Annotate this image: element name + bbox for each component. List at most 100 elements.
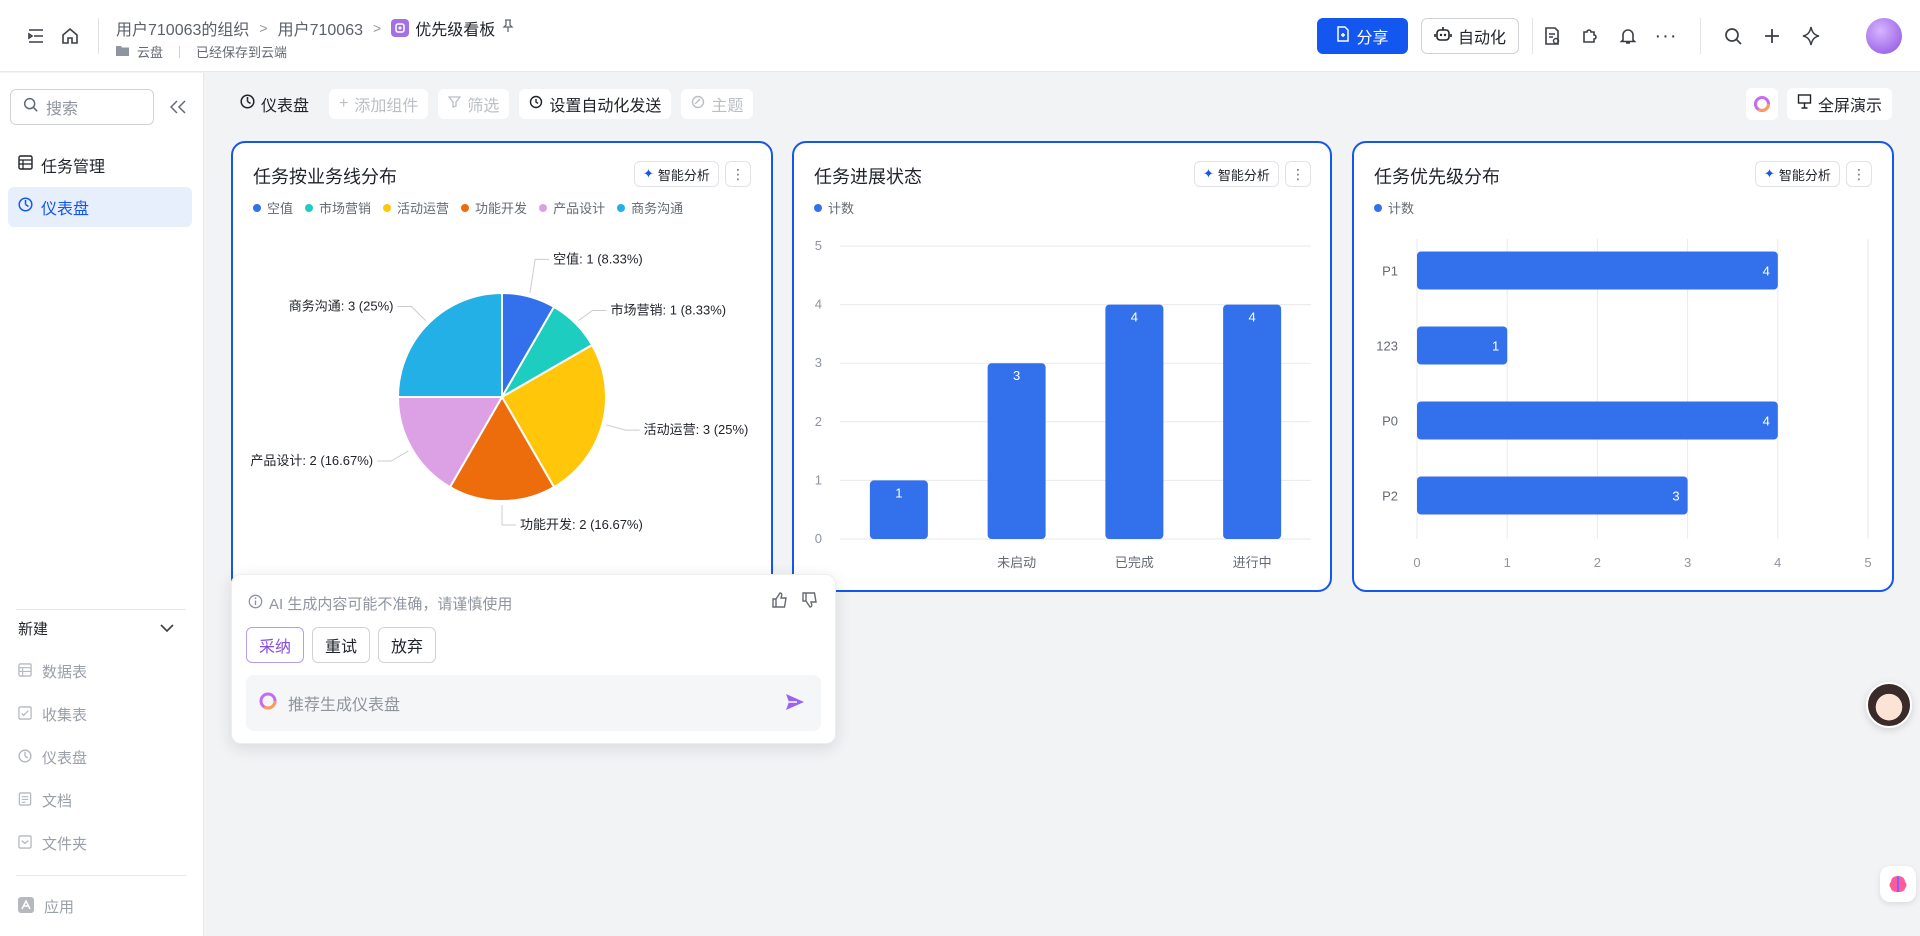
sidebar-toggle-icon[interactable] (24, 24, 48, 48)
app-icon (18, 896, 34, 917)
filter-button[interactable]: 筛选 (438, 89, 510, 119)
bar-value-label: 4 (1131, 310, 1138, 325)
share-doc-icon (1336, 25, 1350, 47)
home-icon[interactable] (58, 24, 82, 48)
apps-label: 应用 (44, 899, 75, 916)
automation-button[interactable]: 自动化 (1421, 18, 1519, 54)
dashboard-icon (18, 197, 33, 217)
discard-button[interactable]: 放弃 (378, 627, 437, 663)
brain-icon[interactable] (1880, 866, 1916, 902)
new-folder-item[interactable]: 文件夹 (18, 833, 87, 854)
dashboard-title-button[interactable]: 仪表盘 (230, 89, 319, 119)
pie-slice-label: 产品设计: 2 (16.67%) (250, 453, 373, 468)
pie-slice-label: 商务沟通: 3 (25%) (289, 298, 394, 313)
filter-label: 筛选 (467, 98, 500, 115)
bell-icon[interactable] (1616, 24, 1640, 48)
new-item-label: 数据表 (42, 664, 88, 681)
thumbs-down-icon[interactable] (801, 591, 819, 612)
top-bar: 用户710063的组织 > 用户710063 > 优先级看板 云盘 已经保存到云… (0, 0, 1920, 72)
plus-icon[interactable] (1760, 24, 1784, 48)
document-info-icon[interactable] (1540, 24, 1564, 48)
chevron-down-icon (160, 620, 174, 637)
feedback-buttons (771, 591, 819, 612)
apps-item[interactable]: 应用 (18, 896, 74, 917)
location-line: 云盘 已经保存到云端 (116, 42, 287, 61)
dashboard-icon (240, 94, 255, 114)
pie-chart-card[interactable]: 任务按业务线分布 ✦ 智能分析 ⋮ 空值 市场营销 活动运营 功能开发 产品设计… (231, 141, 773, 592)
cloud-drive-label[interactable]: 云盘 (137, 42, 163, 61)
pie-leader-line (501, 505, 516, 526)
search-icon (23, 97, 38, 117)
breadcrumb-user[interactable]: 用户710063 (278, 16, 363, 40)
retry-button[interactable]: 重试 (312, 627, 371, 663)
document-icon (18, 791, 32, 810)
y-tick-label: 2 (815, 414, 822, 429)
new-section-toggle[interactable]: 新建 (18, 618, 174, 639)
send-icon[interactable] (785, 693, 805, 716)
app-board-icon (391, 19, 410, 37)
sparkle-icon[interactable] (1799, 24, 1823, 48)
breadcrumb-org[interactable]: 用户710063的组织 (116, 16, 249, 40)
pin-icon[interactable] (501, 18, 515, 38)
new-form-item[interactable]: 收集表 (18, 704, 87, 725)
add-widget-label: 添加组件 (354, 98, 419, 115)
search-input[interactable]: 搜索 (10, 89, 154, 125)
fullscreen-present-button[interactable]: 全屏演示 (1787, 88, 1893, 120)
bar-value-label: 3 (1672, 489, 1679, 504)
x-tick-label: 1 (1504, 555, 1511, 570)
x-tick-label: 已完成 (1115, 555, 1154, 570)
breadcrumb: 用户710063的组织 > 用户710063 > 优先级看板 (116, 16, 515, 40)
y-tick-label: 0 (815, 531, 822, 546)
theme-button[interactable]: 主题 (681, 89, 754, 119)
new-document-item[interactable]: 文档 (18, 790, 72, 811)
ai-ring-icon (258, 691, 278, 716)
bar-value-label: 4 (1763, 264, 1770, 279)
new-datatable-item[interactable]: 数据表 (18, 661, 87, 682)
sidebar-item-dashboard[interactable]: 仪表盘 (8, 187, 192, 227)
user-avatar[interactable] (1866, 18, 1902, 54)
bar-value-label: 1 (895, 485, 902, 500)
document-title[interactable]: 优先级看板 (415, 16, 495, 40)
assistant-avatar[interactable] (1866, 682, 1912, 728)
new-dashboard-item[interactable]: 仪表盘 (18, 747, 87, 768)
ai-assistant-icon[interactable] (1746, 88, 1778, 120)
bar-value-label: 1 (1492, 339, 1499, 354)
x-tick-label: 未启动 (997, 555, 1036, 570)
priority-distribution-card[interactable]: 任务优先级分布 ✦ 智能分析 ⋮ 计数 0 1 2 3 4 5 4 P1 1 123 4 P0 3 P2 (1352, 141, 1894, 592)
plus-icon: + (339, 95, 349, 112)
ai-prompt-input[interactable]: 推荐生成仪表盘 (246, 675, 821, 731)
subline-divider (179, 45, 181, 58)
progress-status-card[interactable]: 任务进展状态 ✦ 智能分析 ⋮ 计数 0 1 2 3 4 5 1 3 未启动 4 已完成 4 进行中 (792, 141, 1332, 592)
topbar-divider (1700, 18, 1701, 54)
table-icon (18, 662, 32, 681)
topbar-divider (98, 18, 99, 54)
bar (1105, 304, 1164, 539)
auto-send-icon (529, 95, 543, 114)
ai-suggestion-popover: AI 生成内容可能不准确，请谨慎使用 采纳 重试 放弃 推荐生成仪表盘 (231, 574, 836, 744)
sidebar: 搜索 任务管理 仪表盘 新建 数据表 收集表 仪表盘 文档 文件夹 应用 (0, 73, 204, 936)
search-placeholder: 搜索 (46, 101, 79, 118)
chevron-right-icon: > (259, 20, 268, 36)
adopt-button[interactable]: 采纳 (246, 627, 305, 663)
robot-icon (1434, 26, 1452, 47)
pie-chart: 空值: 1 (8.33%) 市场营销: 1 (8.33%) 活动运营: 3 (25%… (250, 251, 748, 532)
collapse-sidebar-icon[interactable] (168, 97, 188, 117)
plugin-icon[interactable] (1578, 24, 1602, 48)
bar (1417, 251, 1778, 290)
dashboard-label: 仪表盘 (261, 98, 310, 115)
auto-send-button[interactable]: 设置自动化发送 (519, 89, 672, 119)
dashboard-toolbar: 仪表盘 + 添加组件 筛选 设置自动化发送 主题 (230, 88, 754, 120)
pie-leader-line (578, 309, 607, 322)
thumbs-up-icon[interactable] (771, 591, 789, 612)
add-widget-button[interactable]: + 添加组件 (329, 89, 429, 119)
popover-actions: 采纳 重试 放弃 (246, 627, 437, 663)
pie-slice-label: 空值: 1 (8.33%) (553, 251, 643, 266)
topbar-divider (1532, 18, 1533, 54)
y-tick-label: P0 (1382, 414, 1398, 429)
search-icon[interactable] (1721, 24, 1745, 48)
pie-leader-line (397, 305, 426, 321)
more-icon[interactable]: ··· (1654, 24, 1678, 48)
sidebar-item-task-management[interactable]: 任务管理 (8, 145, 192, 185)
share-button[interactable]: 分享 (1317, 18, 1408, 54)
x-tick-label: 0 (1413, 555, 1420, 570)
